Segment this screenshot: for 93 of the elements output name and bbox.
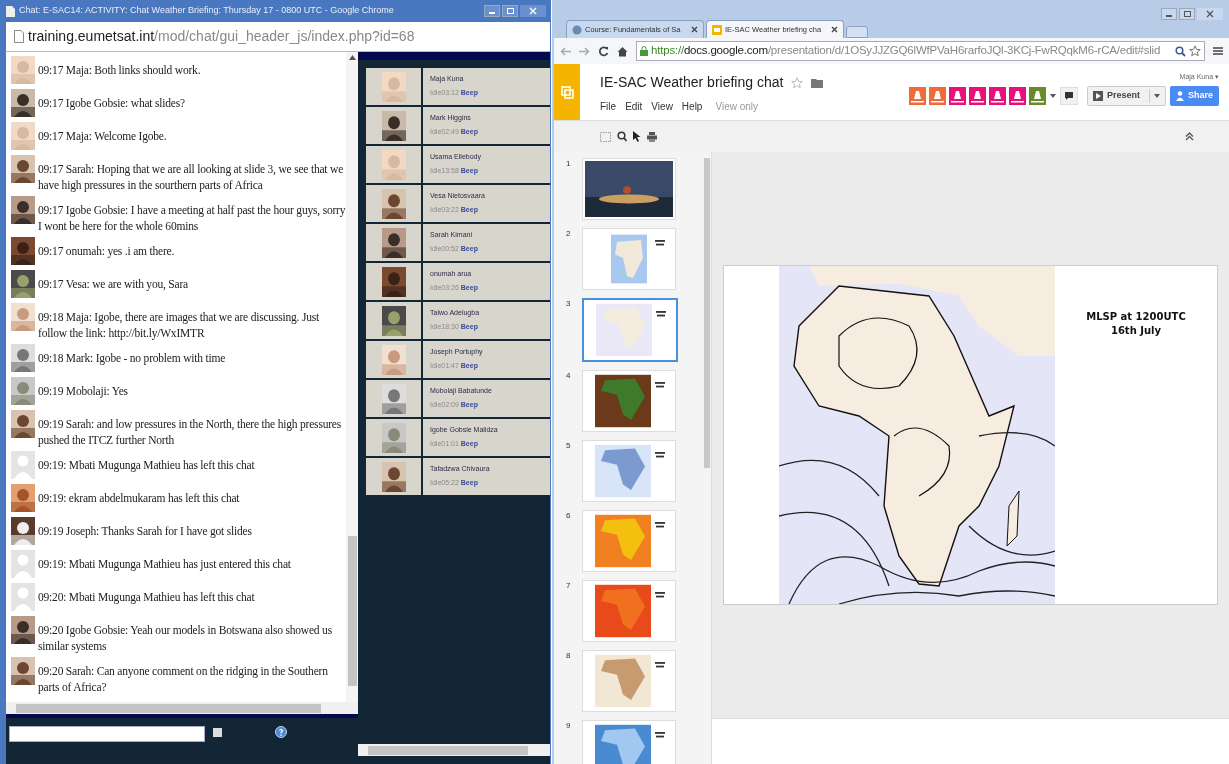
addon-icon[interactable] [948, 86, 966, 105]
chat-message: 09:19: Mbati Mugunga Mathieu has left this chat [38, 458, 255, 473]
url-text: training.eumetsat.int/mod/chat/gui_header_js/index.php?id=68 [28, 27, 415, 46]
menu-item[interactable]: View [651, 99, 673, 114]
star-icon[interactable] [791, 76, 804, 89]
play-icon [1092, 90, 1103, 101]
star-icon[interactable] [1189, 45, 1201, 57]
page-icon [6, 5, 15, 17]
addon-icon[interactable] [908, 86, 926, 105]
document-title[interactable]: IE-SAC Weather briefing chat [600, 72, 784, 93]
chat-message: 09:17 Igobe Gobsie: what slides? [38, 96, 185, 111]
chat-message: 09:19 Mobolaji: Yes [38, 384, 128, 399]
slides-icon [712, 24, 722, 35]
caret-icon[interactable] [1049, 93, 1056, 98]
window-title: Chat: E-SAC14: ACTIVITY: Chat Weather Briefing: Thursday 17 - 0800 UTC - Google Chrome [19, 4, 394, 18]
close-icon[interactable] [831, 26, 838, 33]
caret-icon [1154, 93, 1160, 98]
reload-icon[interactable] [598, 45, 609, 57]
page-icon [14, 30, 24, 43]
chat-message: 09:18 Maja: Igobe, there are images that we are discussing. Just follow the link: http://bit.ly/WxIMTR [38, 310, 320, 341]
chat-message: 09:20 Sarah: Can anyone comment on the ridging in the Southern parts of Africa? [38, 664, 329, 695]
close-icon[interactable] [691, 26, 698, 33]
print-icon[interactable] [647, 131, 657, 142]
slide-number: 7 [566, 580, 572, 592]
horizontal-scrollbar[interactable] [6, 702, 358, 714]
user-silhouette-icon [11, 550, 35, 578]
slide-number: 1 [566, 158, 572, 170]
slide-number: 6 [566, 510, 572, 522]
slide-title: 16th July [1110, 324, 1162, 338]
addon-icon[interactable] [928, 86, 946, 105]
chat-message: 09:20 Igobe Gobsie: Yeah our models in Botswana also showed us similar systems [38, 623, 333, 654]
home-icon[interactable] [617, 45, 628, 57]
lock-icon [640, 46, 648, 56]
chat-message: 09:19 Joseph: Thanks Sarah for I have got slides [38, 524, 252, 539]
person-icon [1176, 90, 1184, 101]
message-input[interactable] [9, 726, 205, 742]
menu-item[interactable]: Edit [625, 99, 643, 114]
present-button[interactable]: Present [1086, 85, 1166, 106]
slide-number: 9 [566, 720, 572, 732]
back-icon[interactable] [560, 46, 571, 56]
addon-icon[interactable] [968, 86, 986, 105]
fit-icon[interactable] [600, 131, 611, 142]
zoom-icon[interactable] [617, 131, 627, 142]
chat-message: 09:19: ekram abdelmukaram has left this chat [38, 491, 240, 506]
chat-message: 09:17 Sarah: Hoping that we are all looking at slide 3, we see that we have high pressures in the sourthern parts of Africa [38, 162, 345, 193]
globe-icon [572, 24, 582, 35]
collapse-icon[interactable] [1185, 132, 1194, 141]
scroll-up-icon[interactable] [348, 55, 356, 60]
url-text: https://docs.google.com/presentation/d/1OSyJJZGQ6lWfPVaH6rarfoJQl-3KCj-FwRQqkM6-rCA/edit#slid [651, 43, 1161, 59]
menu-icon[interactable] [1213, 46, 1223, 56]
forward-icon[interactable] [579, 46, 590, 56]
vertical-scrollbar[interactable] [346, 52, 358, 702]
menu-item[interactable]: Help [681, 99, 703, 114]
addon-icon[interactable] [988, 86, 1006, 105]
folder-icon[interactable] [811, 77, 824, 88]
close-icon[interactable] [1197, 8, 1223, 20]
slide-number: 2 [566, 228, 572, 240]
minimize-icon[interactable] [1161, 8, 1177, 20]
maximize-icon[interactable] [502, 5, 518, 17]
addon-icon[interactable] [1008, 86, 1026, 105]
search-icon[interactable] [1175, 45, 1186, 57]
chat-message: 09:17 Vesa: we are with you, Sara [38, 277, 188, 292]
help-icon[interactable] [275, 726, 287, 738]
maximize-icon[interactable] [1179, 8, 1195, 20]
scroll-thumb[interactable] [347, 536, 357, 686]
slide-number: 5 [566, 440, 572, 452]
horizontal-scrollbar[interactable] [358, 744, 550, 756]
chat-message: 09:17 onumah: yes .i am there. [38, 244, 175, 259]
checkbox[interactable] [213, 728, 222, 737]
menu-item[interactable]: File [600, 99, 617, 114]
view-mode: View only [715, 100, 759, 114]
slide-number: 3 [566, 298, 572, 310]
slides-icon [560, 85, 574, 99]
slide-title: MLSP at 1200UTC [1086, 310, 1186, 324]
slide-number: 4 [566, 370, 572, 382]
chat-message: 09:17 Maja: Welcome Igobe. [38, 129, 167, 144]
new-tab-button[interactable] [846, 26, 868, 38]
user-silhouette-icon [11, 451, 35, 479]
chat-message: 09:19: Mbati Mugunga Mathieu has just entered this chat [38, 557, 291, 572]
chat-message: 09:18 Mark: Igobe - no problem with time [38, 351, 226, 366]
user-silhouette-icon [11, 583, 35, 611]
chat-message: 09:19 Sarah: and low pressures in the North, there the high pressures pushed the ITCZ further North [38, 417, 343, 448]
minimize-icon[interactable] [484, 5, 500, 17]
address-bar[interactable]: https://docs.google.com/presentation/d/1OSyJJZGQ6lWfPVaH6rarfoJQl-3KCj-FwRQqkM6-rCA/edit#slid [636, 41, 1205, 61]
chat-message: 09:17 Igobe Gobsie: I have a meeting at half past the hour guys, sorry I wont be here for the whole 60mins [38, 203, 346, 234]
addon-icon[interactable] [1028, 86, 1046, 105]
cursor-icon[interactable] [633, 131, 641, 142]
comment-icon[interactable] [1059, 86, 1078, 105]
chat-message: 09:17 Maja: Both links should work. [38, 63, 201, 78]
share-button[interactable]: Share [1170, 85, 1219, 106]
chat-message: 09:20: Mbati Mugunga Mathieu has left this chat [38, 590, 255, 605]
slide-number: 8 [566, 650, 572, 662]
address-bar[interactable]: training.eumetsat.int/mod/chat/gui_header_js/index.php?id=68 [6, 22, 550, 52]
